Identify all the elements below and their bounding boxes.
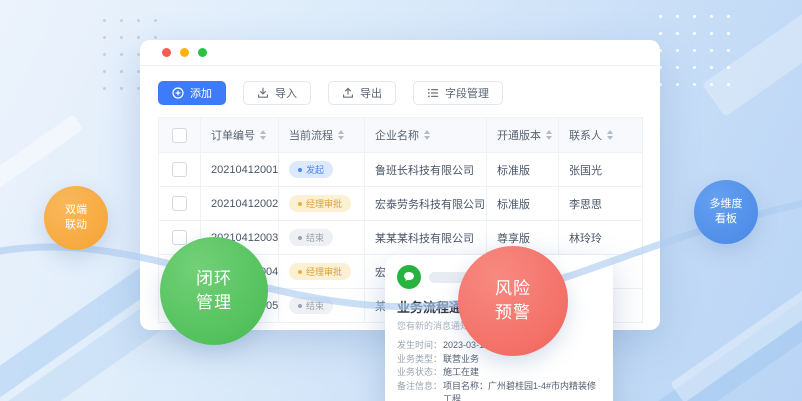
toolbar: 添加 导入 导出 字段管理 (140, 66, 660, 117)
process-cell: 发起 (279, 153, 365, 187)
field-label: 业务类型： (397, 353, 443, 367)
select-all-checkbox[interactable] (172, 128, 187, 143)
header-version[interactable]: 开通版本 (487, 118, 559, 153)
window-maximize-button[interactable] (198, 48, 207, 57)
chat-app-icon (397, 265, 421, 289)
import-icon (257, 87, 269, 99)
export-button[interactable]: 导出 (328, 81, 396, 105)
export-icon (342, 87, 354, 99)
contact-cell: 张国光 (559, 153, 643, 187)
company-name-cell: 鲁班长科技有限公司 (365, 153, 487, 187)
order-number-cell: 20210412001 (201, 153, 279, 187)
import-button[interactable]: 导入 (243, 81, 311, 105)
process-status-badge: 经理审批 (289, 263, 351, 280)
table-row: 20210412001 发起 鲁班长科技有限公司 标准版 张国光 (159, 153, 643, 187)
header-current-process[interactable]: 当前流程 (279, 118, 365, 153)
window-titlebar (140, 40, 660, 66)
order-number-cell: 20210412002 (201, 187, 279, 221)
field-value: 联营业务 (443, 353, 479, 367)
row-checkbox[interactable] (172, 196, 187, 211)
company-name-cell: 某某某科技有限公司 (365, 221, 487, 255)
version-cell: 标准版 (487, 153, 559, 187)
field-label: 发生时间： (397, 339, 443, 353)
feature-bubble-risk-warning: 风险预警 (458, 246, 568, 356)
feature-bubble-closed-loop: 闭环管理 (160, 237, 268, 345)
notification-field: 业务类型：联营业务 (397, 353, 601, 367)
field-list-icon (427, 87, 439, 99)
field-value: 施工在建 (443, 366, 479, 380)
process-cell: 结束 (279, 289, 365, 323)
field-management-button[interactable]: 字段管理 (413, 81, 503, 105)
sort-icon[interactable] (546, 130, 552, 140)
contact-cell: 林玲玲 (559, 221, 643, 255)
add-button[interactable]: 添加 (158, 81, 226, 105)
header-company-name[interactable]: 企业名称 (365, 118, 487, 153)
sort-icon[interactable] (424, 130, 430, 140)
version-cell: 标准版 (487, 187, 559, 221)
process-cell: 经理审批 (279, 187, 365, 221)
table-row: 20210412002 经理审批 宏泰劳务科技有限公司 标准版 李思思 (159, 187, 643, 221)
feature-bubble-dashboard: 多维度看板 (694, 180, 758, 244)
process-status-badge: 结束 (289, 229, 333, 246)
marketing-banner: 添加 导入 导出 字段管理 (0, 0, 802, 401)
process-status-badge: 发起 (289, 161, 333, 178)
row-checkbox[interactable] (172, 162, 187, 177)
field-label: 备注信息： (397, 380, 443, 401)
sort-icon[interactable] (338, 130, 344, 140)
sort-icon[interactable] (607, 130, 613, 140)
table-header-row: 订单编号 当前流程 企业名称 开通版本 联系人 (159, 118, 643, 153)
header-contact[interactable]: 联系人 (559, 118, 643, 153)
feature-bubble-dual-link: 双端联动 (44, 186, 108, 250)
process-cell: 结束 (279, 221, 365, 255)
contact-cell: 李思思 (559, 187, 643, 221)
sort-icon[interactable] (260, 130, 266, 140)
window-minimize-button[interactable] (180, 48, 189, 57)
row-checkbox[interactable] (172, 230, 187, 245)
plus-circle-icon (172, 87, 184, 99)
field-value: 项目名称：广州碧桂园1-4#市内精装修工程 合同名称：广州碧桂园1-4#市内精装… (443, 380, 601, 401)
process-status-badge: 结束 (289, 297, 333, 314)
field-label: 业务状态： (397, 366, 443, 380)
header-order-number[interactable]: 订单编号 (201, 118, 279, 153)
notification-field: 备注信息：项目名称：广州碧桂园1-4#市内精装修工程 合同名称：广州碧桂园1-4… (397, 380, 601, 401)
company-name-cell: 宏泰劳务科技有限公司 (365, 187, 487, 221)
process-status-badge: 经理审批 (289, 195, 351, 212)
notification-field: 业务状态：施工在建 (397, 366, 601, 380)
window-close-button[interactable] (162, 48, 171, 57)
process-cell: 经理审批 (279, 255, 365, 289)
